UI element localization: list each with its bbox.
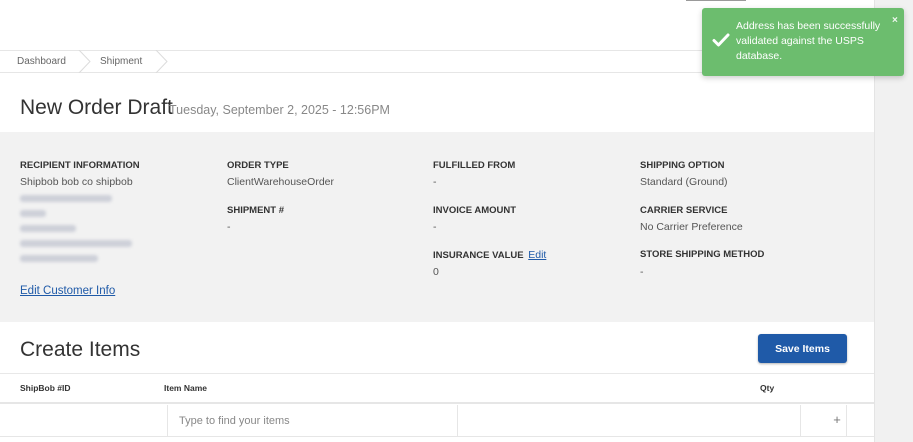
- page-title: New Order Draft: [20, 96, 173, 119]
- close-icon[interactable]: ×: [892, 15, 898, 26]
- checkmark-icon: [712, 33, 730, 52]
- redacted-address-line: [20, 195, 112, 202]
- order-datetime: Tuesday, September 2, 2025 - 12:56PM: [169, 103, 390, 117]
- save-items-button[interactable]: Save Items: [758, 334, 847, 363]
- table-row: +: [0, 405, 874, 437]
- column-qty: Qty: [760, 383, 775, 393]
- add-item-plus-icon[interactable]: +: [828, 411, 846, 429]
- column-shipbob-id: ShipBob #ID: [20, 383, 71, 393]
- order-type-label: ORDER TYPE: [227, 160, 289, 171]
- store-shipping-method-value: -: [640, 266, 644, 278]
- insurance-value-value: 0: [433, 266, 439, 278]
- store-shipping-method-label: STORE SHIPPING METHOD: [640, 249, 765, 260]
- redacted-phone-line: [20, 255, 98, 262]
- items-table-header: ShipBob #ID Item Name Qty: [0, 374, 874, 404]
- cell-divider: [457, 405, 458, 437]
- cell-divider: [846, 405, 847, 437]
- shipping-option-value: Standard (Ground): [640, 176, 728, 188]
- column-item-name: Item Name: [164, 383, 207, 393]
- fulfilled-from-label: FULFILLED FROM: [433, 160, 516, 171]
- top-divider: [686, 0, 746, 1]
- breadcrumb-shipment[interactable]: Shipment: [100, 51, 142, 72]
- shipment-number-label: SHIPMENT #: [227, 205, 285, 216]
- invoice-amount-label: INVOICE AMOUNT: [433, 205, 517, 216]
- carrier-service-label: CARRIER SERVICE: [640, 205, 728, 216]
- toast-message: Address has been successfully validated …: [736, 20, 881, 62]
- shipping-option-label: SHIPPING OPTION: [640, 160, 725, 171]
- edit-insurance-link[interactable]: Edit: [528, 249, 546, 261]
- recipient-info-label: RECIPIENT INFORMATION: [20, 160, 140, 171]
- success-toast: Address has been successfully validated …: [702, 8, 904, 76]
- create-items-header: Create Items Save Items: [0, 322, 874, 374]
- redacted-state-line: [20, 225, 76, 232]
- insurance-value-label: INSURANCE VALUE Edit: [433, 249, 546, 261]
- breadcrumb-dashboard[interactable]: Dashboard: [17, 51, 66, 72]
- shipment-number-value: -: [227, 221, 231, 233]
- cell-divider: [800, 405, 801, 437]
- redacted-city-line: [20, 210, 46, 217]
- recipient-name: Shipbob bob co shipbob: [20, 176, 133, 188]
- invoice-amount-value: -: [433, 221, 437, 233]
- create-items-title: Create Items: [20, 338, 141, 361]
- redacted-email-line: [20, 240, 132, 247]
- insurance-value-label-text: INSURANCE VALUE: [433, 250, 524, 261]
- order-info-panel: RECIPIENT INFORMATION Shipbob bob co shi…: [0, 132, 874, 322]
- order-type-value: ClientWarehouseOrder: [227, 176, 334, 188]
- page-header: New Order Draft Tuesday, September 2, 20…: [0, 74, 874, 132]
- item-search-input[interactable]: [168, 405, 457, 437]
- edit-customer-info-link[interactable]: Edit Customer Info: [20, 285, 115, 297]
- carrier-service-value: No Carrier Preference: [640, 221, 743, 233]
- fulfilled-from-value: -: [433, 176, 437, 188]
